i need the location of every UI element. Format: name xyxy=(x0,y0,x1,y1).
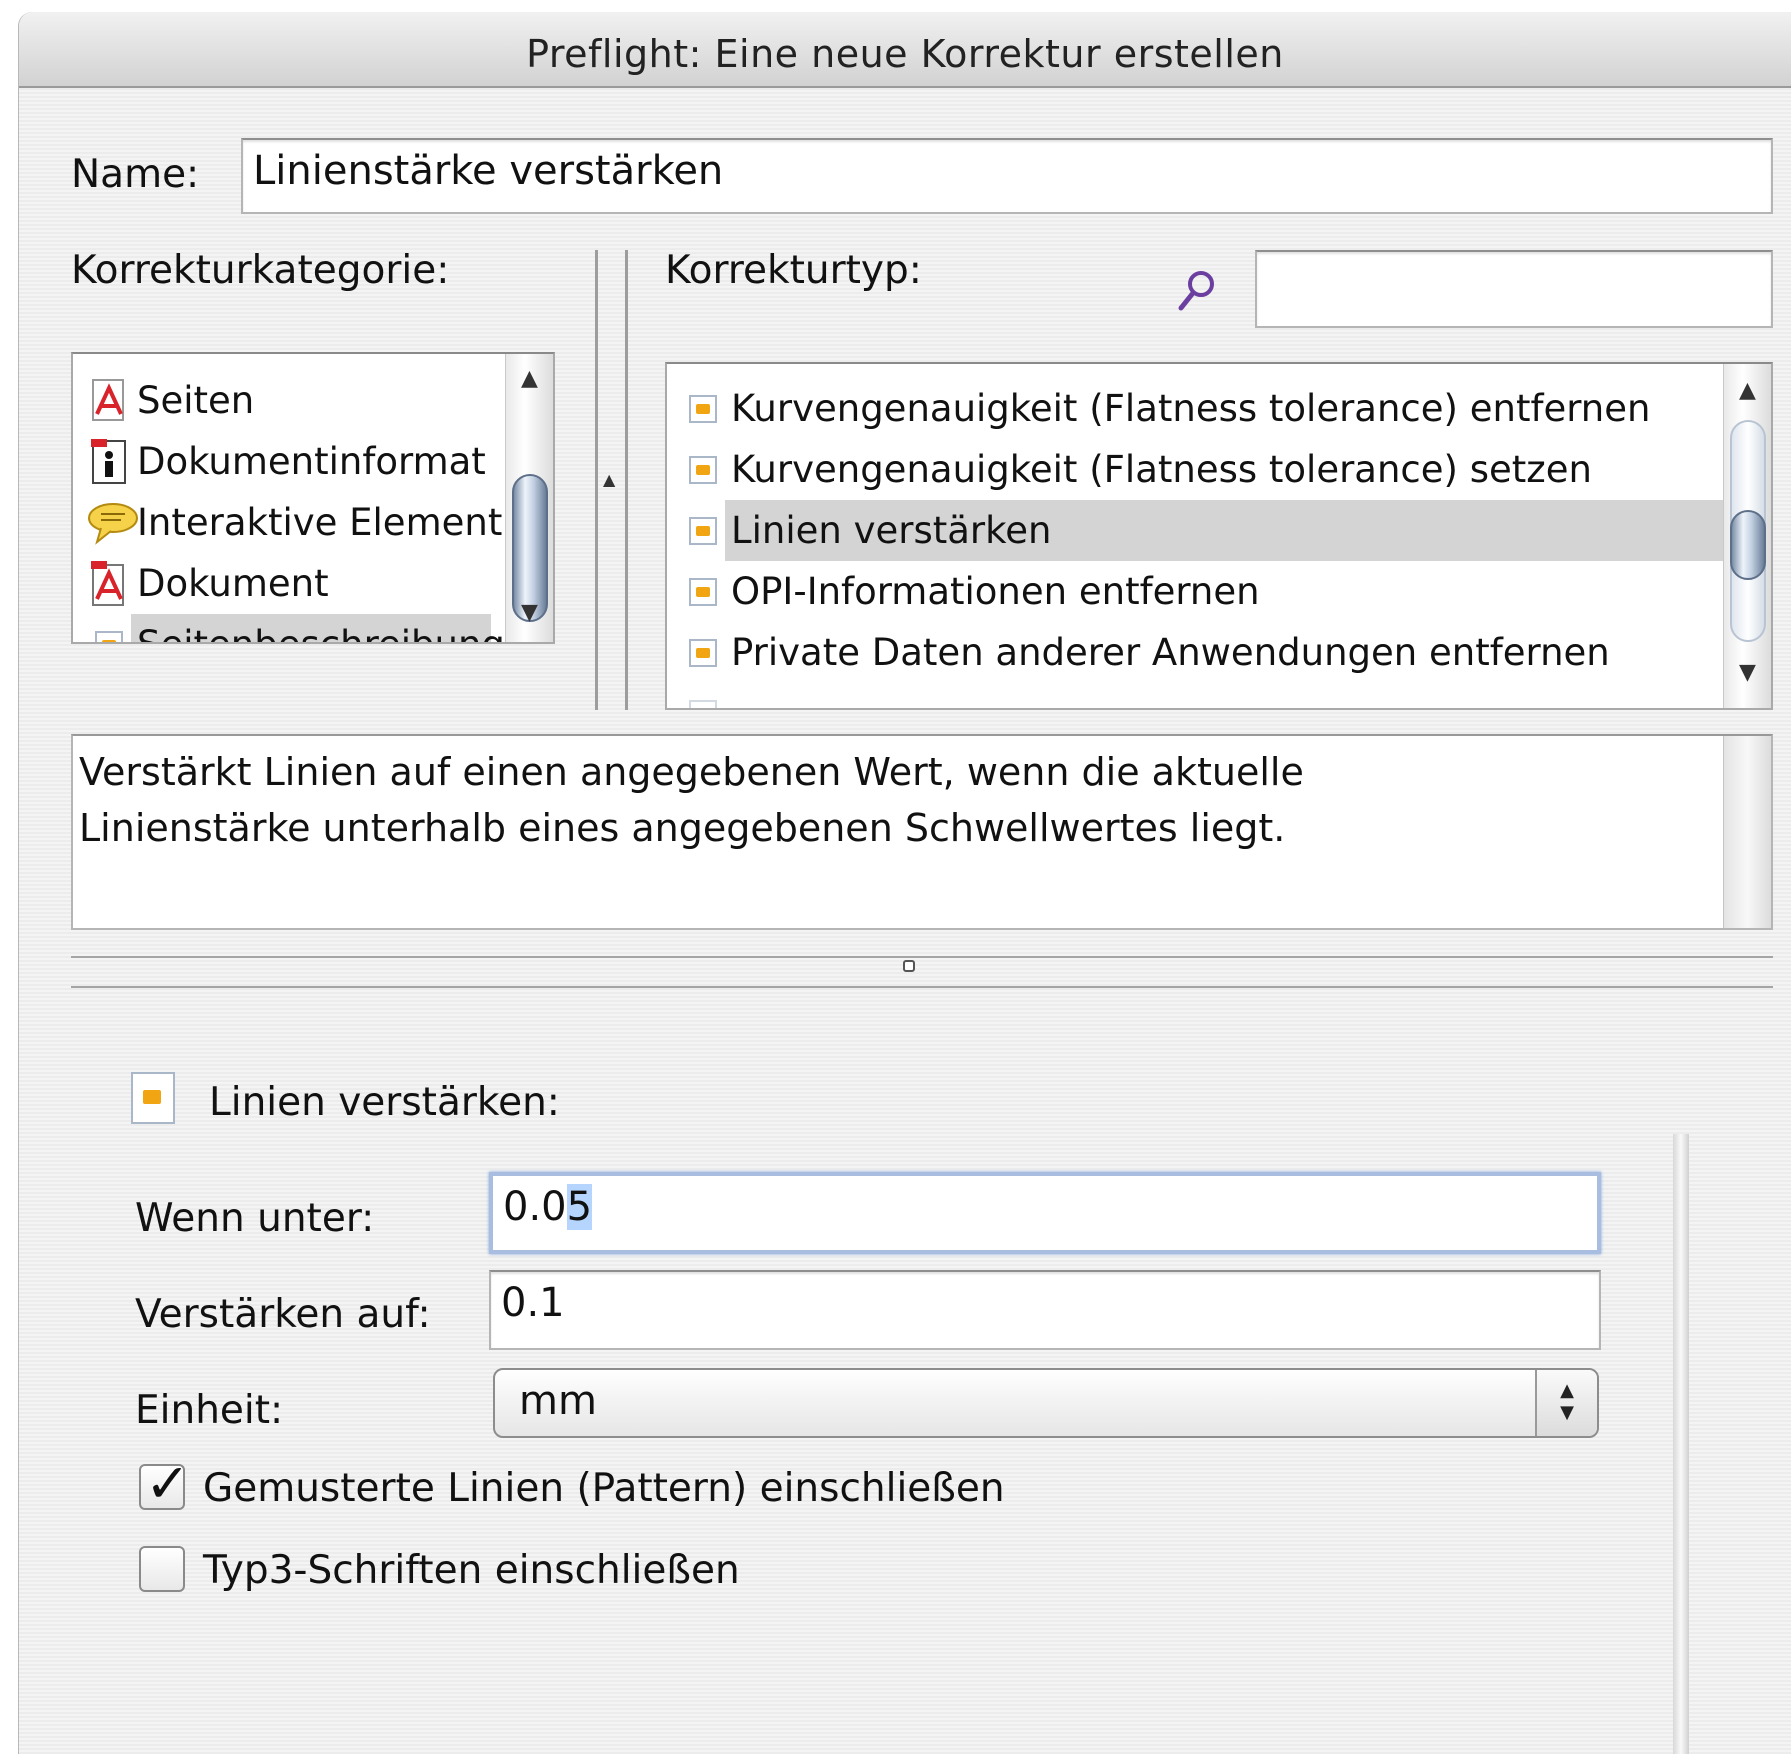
fixup-type-item-selected[interactable]: Linien verstärken xyxy=(667,500,1771,561)
description-scrollbar[interactable] xyxy=(1723,736,1771,928)
category-item-seitenbeschreibung[interactable]: Seitenbeschreibung xyxy=(73,614,553,642)
fixup-type-item[interactable]: Private Daten anderer Anwendungen entfer… xyxy=(667,622,1771,683)
if-below-value: 0.05 xyxy=(503,1184,593,1230)
fixup-type-item-partial[interactable] xyxy=(667,683,1771,708)
scroll-up-arrow-icon[interactable]: ▲ xyxy=(1724,378,1771,403)
fixup-type-scrollbar[interactable]: ▲ ▼ xyxy=(1723,364,1771,708)
type3-fonts-checkbox[interactable] xyxy=(139,1546,185,1592)
unit-select[interactable]: mm ▲ ▼ xyxy=(493,1368,1599,1438)
fixup-search-input[interactable] xyxy=(1255,250,1773,328)
pdf-icon xyxy=(87,560,131,607)
increase-to-value: 0.1 xyxy=(501,1280,565,1326)
pattern-lines-checkbox[interactable]: ✓ xyxy=(139,1452,190,1515)
section-divider-bottom[interactable] xyxy=(71,986,1773,988)
fixup-type-item[interactable]: Kurvengenauigkeit (Flatness tolerance) s… xyxy=(667,439,1771,500)
scroll-down-arrow-icon[interactable]: ▼ xyxy=(506,600,553,625)
stepper-down-icon: ▼ xyxy=(1560,1402,1574,1423)
category-item-interaktive-elemente[interactable]: Interaktive Element xyxy=(73,492,553,553)
splitter-grip-icon[interactable]: ▲ xyxy=(603,470,615,489)
description-box: Verstärkt Linien auf einen angegebenen W… xyxy=(71,734,1773,930)
fixup-type-item-label: Private Daten anderer Anwendungen entfer… xyxy=(731,631,1610,674)
preflight-dialog: Preflight: Eine neue Korrektur erstellen… xyxy=(18,12,1791,1754)
search-icon xyxy=(1175,268,1219,320)
pdf-icon xyxy=(87,378,131,424)
section-divider-top xyxy=(71,956,1773,958)
category-item-label: Interaktive Element xyxy=(137,501,503,544)
select-stepper-icon[interactable]: ▲ ▼ xyxy=(1535,1370,1597,1436)
fixup-icon xyxy=(681,691,725,708)
scroll-down-arrow-icon[interactable]: ▼ xyxy=(1724,660,1771,685)
column-divider-left xyxy=(595,250,598,710)
fixup-icon xyxy=(681,630,725,676)
fixup-type-label: Korrekturtyp: xyxy=(665,248,922,293)
window-title: Preflight: Eine neue Korrektur erstellen xyxy=(526,32,1284,76)
settings-scrollbar[interactable] xyxy=(1673,1134,1689,1754)
fixup-icon xyxy=(681,508,725,554)
fixup-icon xyxy=(87,622,131,642)
fixup-type-list[interactable]: Kurvengenauigkeit (Flatness tolerance) e… xyxy=(665,362,1773,710)
increase-to-input[interactable]: 0.1 xyxy=(489,1270,1601,1350)
fixup-icon xyxy=(131,1072,175,1124)
settings-heading: Linien verstärken: xyxy=(209,1080,560,1125)
title-bar[interactable]: Preflight: Eine neue Korrektur erstellen xyxy=(19,12,1791,88)
name-input[interactable]: Linienstärke verstärken xyxy=(241,138,1773,214)
category-item-seiten[interactable]: Seiten xyxy=(73,370,553,431)
fixup-type-item[interactable]: Kurvengenauigkeit (Flatness tolerance) e… xyxy=(667,378,1771,439)
splitter-handle-icon[interactable] xyxy=(903,960,915,972)
stepper-up-icon: ▲ xyxy=(1560,1380,1574,1401)
category-scrollbar[interactable]: ▲ ▼ xyxy=(505,354,553,642)
category-list[interactable]: Seiten Dokumentinformat Interaktive Elem… xyxy=(71,352,555,644)
category-item-label: Seitenbeschreibung xyxy=(131,614,505,642)
name-label: Name: xyxy=(71,152,200,197)
description-line: Verstärkt Linien auf einen angegebenen W… xyxy=(79,750,1304,794)
description-line: Linienstärke unterhalb eines angegebenen… xyxy=(79,806,1286,850)
selected-text: 5 xyxy=(566,1184,593,1230)
increase-to-label: Verstärken auf: xyxy=(135,1292,431,1337)
checkmark-icon: ✓ xyxy=(145,1452,191,1515)
fixup-scroll-thumb[interactable] xyxy=(1730,510,1766,580)
scroll-up-arrow-icon[interactable]: ▲ xyxy=(506,366,553,391)
category-item-label: Dokument xyxy=(137,562,329,605)
fixup-icon xyxy=(681,569,725,615)
fixup-type-item-label: Kurvengenauigkeit (Flatness tolerance) s… xyxy=(731,448,1592,491)
category-item-dokumentinformation[interactable]: Dokumentinformat xyxy=(73,431,553,492)
fixup-icon xyxy=(681,386,725,432)
if-below-input[interactable]: 0.05 xyxy=(489,1172,1601,1254)
name-input-value: Linienstärke verstärken xyxy=(253,148,724,194)
fixup-icon xyxy=(681,447,725,493)
fixup-type-item[interactable]: OPI-Informationen entfernen xyxy=(667,561,1771,622)
unit-label: Einheit: xyxy=(135,1388,284,1433)
pattern-lines-label[interactable]: Gemusterte Linien (Pattern) einschließen xyxy=(203,1466,1005,1511)
info-icon xyxy=(87,438,131,485)
speech-bubble-icon xyxy=(87,500,138,546)
category-label: Korrekturkategorie: xyxy=(71,248,450,293)
column-divider-right[interactable] xyxy=(625,250,628,710)
category-item-dokument[interactable]: Dokument xyxy=(73,553,553,614)
unit-select-value: mm xyxy=(519,1378,597,1424)
description-text: Verstärkt Linien auf einen angegebenen W… xyxy=(79,744,1559,856)
fixup-type-item-label: Linien verstärken xyxy=(725,500,1727,561)
fixup-type-item-label: OPI-Informationen entfernen xyxy=(731,570,1260,613)
type3-fonts-label[interactable]: Typ3-Schriften einschließen xyxy=(203,1548,740,1593)
fixup-type-item-label: Kurvengenauigkeit (Flatness tolerance) e… xyxy=(731,387,1651,430)
category-item-label: Seiten xyxy=(137,379,255,422)
category-item-label: Dokumentinformat xyxy=(137,440,486,483)
if-below-label: Wenn unter: xyxy=(135,1196,375,1241)
